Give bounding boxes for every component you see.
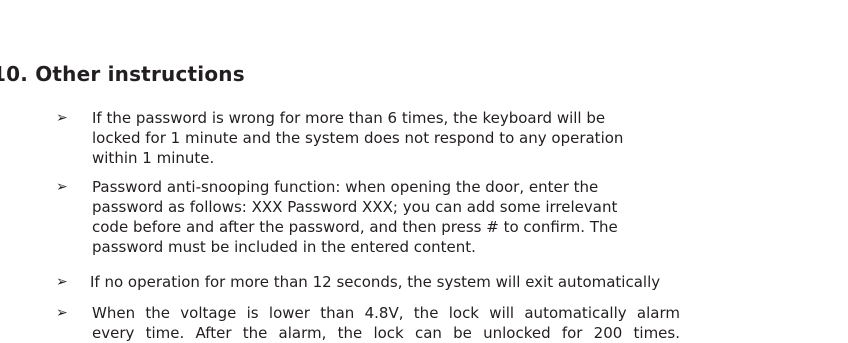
list-item-text: When the voltage is lower than 4.8V, the… (92, 303, 732, 343)
bullet-arrow-icon: ➢ (56, 305, 68, 321)
text-line: password as follows: XXX Password XXX; y… (92, 198, 618, 216)
text-line: within 1 minute. (92, 149, 215, 167)
list-item-text: Password anti-snooping function: when op… (92, 177, 732, 257)
text-line: If the password is wrong for more than 6… (92, 109, 606, 127)
list-item-text: If no operation for more than 12 seconds… (90, 272, 730, 292)
text-line: code before and after the password, and … (92, 218, 618, 236)
text-line: When the voltage is lower than 4.8V, the… (92, 304, 680, 322)
bullet-arrow-icon: ➢ (56, 179, 68, 195)
text-line: Password anti-snooping function: when op… (92, 178, 599, 196)
section-heading: 10. Other instructions (0, 62, 245, 86)
text-line: If no operation for more than 12 seconds… (90, 273, 661, 291)
bullet-arrow-icon: ➢ (56, 110, 68, 126)
list-item-text: If the password is wrong for more than 6… (92, 108, 732, 168)
bullet-arrow-icon: ➢ (56, 274, 68, 290)
text-line: password must be included in the entered… (92, 238, 476, 256)
text-line: every time. After the alarm, the lock ca… (92, 324, 680, 342)
text-line: locked for 1 minute and the system does … (92, 129, 624, 147)
